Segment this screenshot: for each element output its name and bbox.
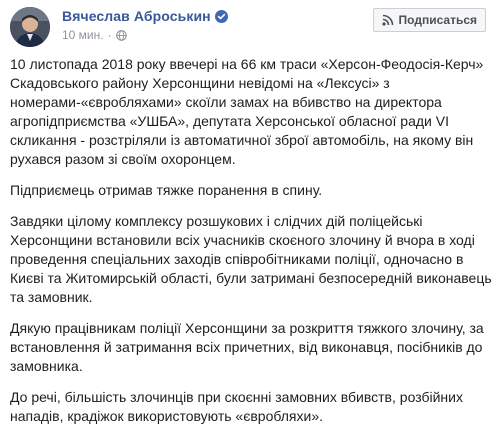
verified-badge-icon [214,9,228,23]
facebook-post: Вячеслав Аброськин 10 мин. · Подписаться… [0,0,500,424]
author-row: Вячеслав Аброськин [62,8,228,24]
globe-icon[interactable] [115,29,127,41]
post-paragraph: Завдяки цілому комплексу розшукових і сл… [10,213,492,305]
meta-separator: · [107,28,112,42]
post-paragraph: 10 листопада 2018 року ввечері на 66 км … [10,56,484,167]
post-paragraph: Дякую працівникам поліції Херсонщини за … [10,320,484,374]
post-meta: 10 мин. · [62,28,127,42]
avatar[interactable] [10,7,50,47]
post-header: Вячеслав Аброськин 10 мин. · Подписаться [10,7,490,47]
subscribe-label: Подписаться [398,13,477,27]
post-paragraph: До речі, більшість злочинців при скоєнні… [10,389,463,424]
subscribe-button[interactable]: Подписаться [372,8,486,32]
post-paragraph: Підприємець отримав тяжке поранення в сп… [10,182,323,198]
author-name[interactable]: Вячеслав Аброськин [62,8,211,24]
post-body: 10 листопада 2018 року ввечері на 66 км … [10,55,496,438]
post-timestamp[interactable]: 10 мин. [62,28,104,42]
rss-icon [381,14,394,26]
